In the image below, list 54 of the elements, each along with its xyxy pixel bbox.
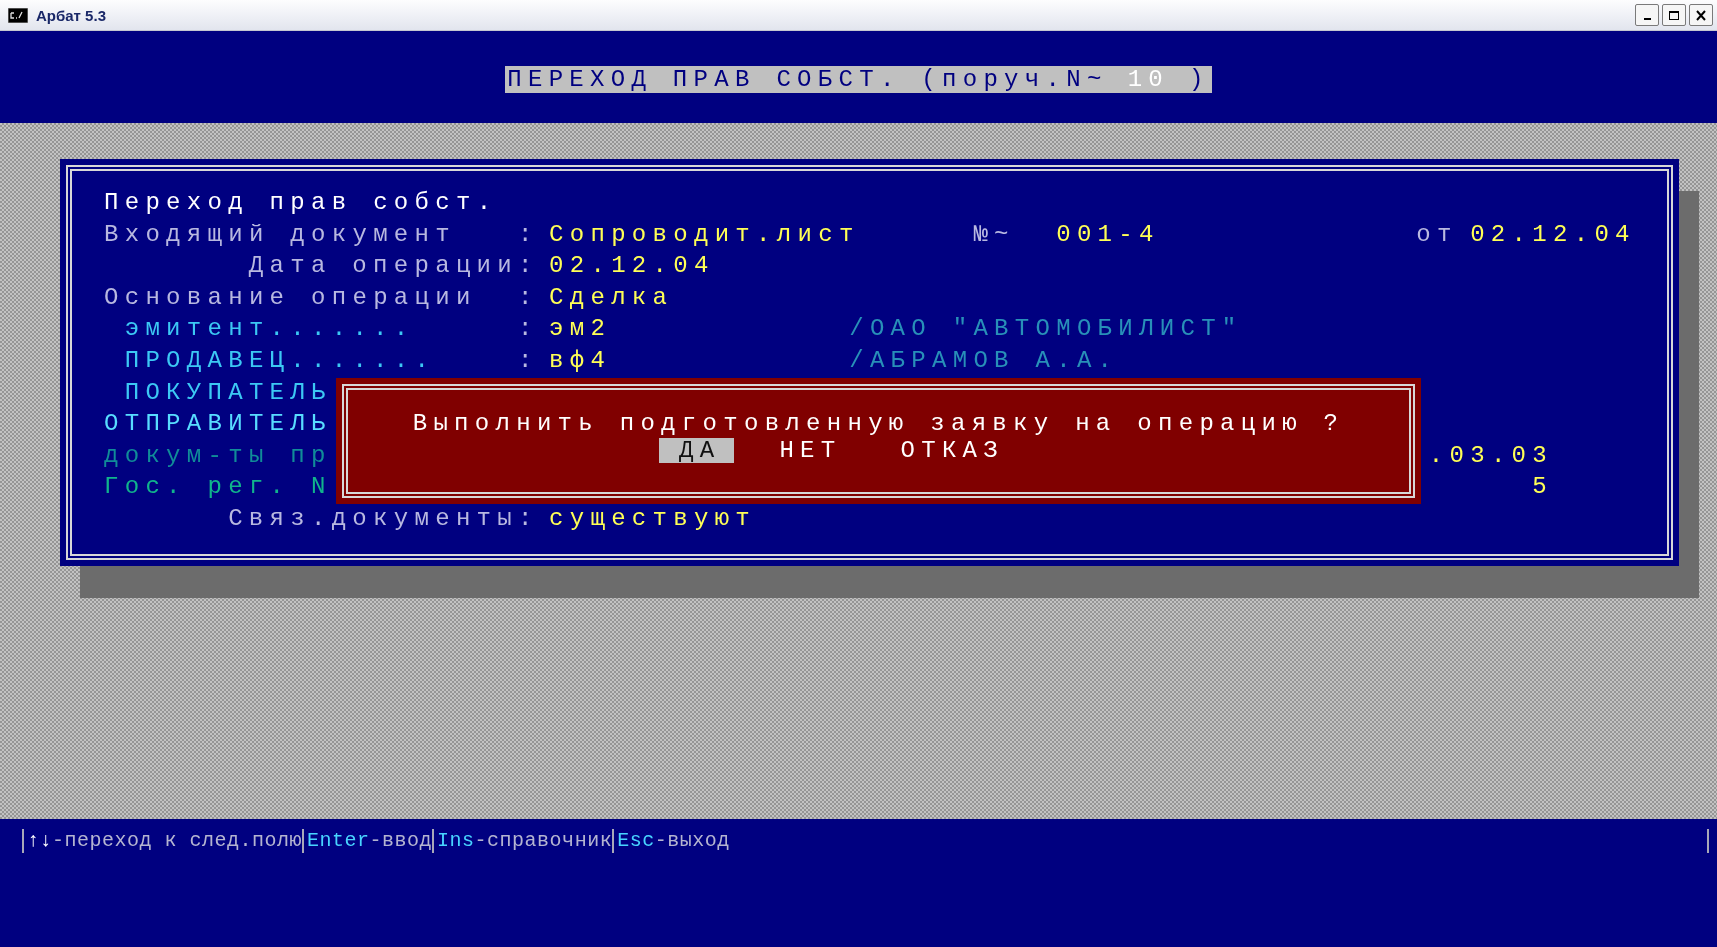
field-label: эмитент....... xyxy=(124,315,415,343)
hotkey-description: -справочник xyxy=(474,829,613,853)
window-title: Арбат 5.3 xyxy=(36,6,106,24)
colon: : xyxy=(518,219,540,250)
field-value: 02.12.04 xyxy=(549,251,715,282)
field-value: существуют xyxy=(549,503,757,534)
colon: : xyxy=(518,503,540,534)
maximize-button[interactable] xyxy=(1662,4,1686,26)
maximize-icon xyxy=(1668,9,1680,21)
colon: : xyxy=(518,345,540,376)
order-number: 10 xyxy=(1127,66,1170,93)
field-label: Гос. рег. N xyxy=(104,473,332,501)
closing-parenthesis: ) xyxy=(1189,66,1210,93)
hotkey-description: -переход к след.полю xyxy=(52,829,303,853)
number-label: №~ xyxy=(973,219,1016,250)
colon: : xyxy=(518,314,540,345)
form-heading: Переход прав собст. xyxy=(104,189,498,216)
dialog-message: Выполнить подготовленную заявку на операцию ? xyxy=(412,410,1345,438)
hotkey-label: ↑↓ xyxy=(27,829,52,853)
document-date: 02.12.04 xyxy=(1470,219,1636,250)
field-value: .03.03 xyxy=(1428,440,1553,471)
screen-title: ПЕРЕХОД ПРАВ СОБСТ. (поруч.N~ xyxy=(507,66,1108,93)
document-number: 001-4 xyxy=(1056,219,1161,250)
colon: : xyxy=(518,251,540,282)
field-label: ПРОДАВЕЦ....... xyxy=(124,346,436,374)
field-label: докум-ты пр xyxy=(104,441,332,469)
close-button[interactable] xyxy=(1689,4,1713,26)
colon: : xyxy=(518,282,540,313)
close-icon xyxy=(1695,9,1707,21)
dialog-button[interactable]: ОТКАЗ xyxy=(880,438,1018,463)
dialog-button[interactable]: НЕТ xyxy=(759,438,856,463)
field-value: Сопроводит.лист xyxy=(549,219,861,250)
console-icon xyxy=(8,7,28,23)
hotkey-label: Enter xyxy=(307,829,370,853)
field-value: эм2 xyxy=(549,314,613,345)
date-label: от xyxy=(1416,219,1459,250)
minimize-button[interactable] xyxy=(1635,4,1659,26)
field-label: ОТПРАВИТЕЛЬ xyxy=(104,410,332,438)
party-name: /ОАО "АВТОМОБИЛИСТ" xyxy=(849,314,1243,345)
hotkey-description: -ввод xyxy=(369,829,433,853)
hotkey-description: -выход xyxy=(654,829,730,853)
dialog-button[interactable]: ДА xyxy=(659,438,735,463)
party-name: /АБРАМОВ А.А. xyxy=(849,345,1119,376)
field-label: ПОКУПАТЕЛЬ xyxy=(124,378,332,406)
field-value: вф4 xyxy=(549,345,613,376)
field-label: Дата операции xyxy=(248,252,518,280)
field-label: Связ.документы xyxy=(228,504,518,532)
field-label: Входящий документ xyxy=(104,220,456,248)
field-value: 5 xyxy=(1531,472,1553,503)
minimize-icon xyxy=(1643,18,1651,20)
hotkey-label: Esc xyxy=(617,829,655,853)
hotkey-label: Ins xyxy=(437,829,475,853)
field-label: Основание операции xyxy=(104,283,477,311)
field-value: Сделка xyxy=(549,282,674,313)
